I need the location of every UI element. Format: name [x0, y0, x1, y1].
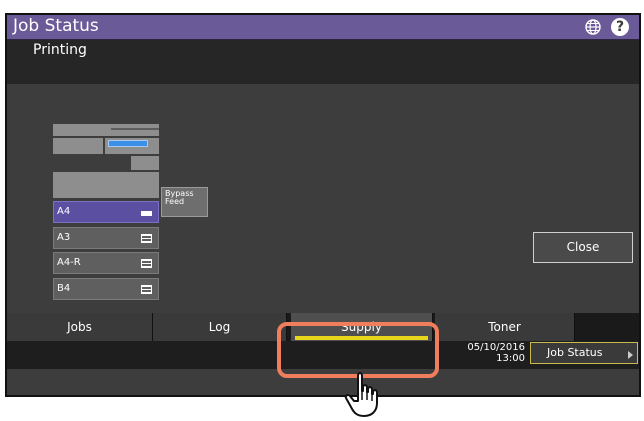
hand-pointer-icon [344, 372, 378, 417]
date-time: 05/10/2016 13:00 [459, 342, 525, 364]
tray-b4[interactable]: B4 [53, 278, 159, 300]
tray-a4-r[interactable]: A4-R [53, 252, 159, 274]
paper-stack-icon [141, 285, 152, 294]
tray-label: A4-R [57, 257, 81, 268]
status-text: Printing [33, 42, 87, 58]
close-button[interactable]: Close [533, 232, 633, 263]
tray-label: A4 [57, 206, 71, 217]
job-status-button[interactable]: Job Status [530, 342, 638, 364]
bypass-feed-tray[interactable]: Bypass Feed [161, 187, 208, 217]
tab-label: Jobs [67, 320, 92, 334]
paper-stack-icon [141, 234, 152, 243]
page-title: Job Status [13, 16, 99, 36]
tab-label: Toner [488, 320, 521, 334]
bypass-label-line2: Feed [165, 197, 185, 206]
tab-label: Log [208, 320, 231, 334]
tray-label: A3 [57, 232, 71, 243]
supply-panel: A4 A3 A4-R B4 Bypass Feed [7, 84, 639, 313]
tab-toner[interactable]: Toner [435, 313, 575, 341]
date: 05/10/2016 [467, 342, 525, 353]
tab-jobs[interactable]: Jobs [7, 313, 153, 341]
help-icon[interactable]: ? [611, 18, 629, 36]
paper-stack-icon [141, 211, 152, 216]
job-status-label: Job Status [547, 346, 603, 359]
title-bar: Job Status ? [7, 15, 639, 40]
tray-label: B4 [57, 283, 71, 294]
tray-a3[interactable]: A3 [53, 227, 159, 249]
tray-a4[interactable]: A4 [53, 201, 159, 223]
paper-stack-icon [141, 259, 152, 268]
globe-icon[interactable] [585, 19, 601, 35]
time: 13:00 [496, 353, 525, 364]
tab-log[interactable]: Log [153, 313, 287, 341]
supply-tab-highlight [277, 322, 439, 378]
arrow-right-icon [628, 351, 633, 359]
status-area: Printing [7, 40, 639, 84]
